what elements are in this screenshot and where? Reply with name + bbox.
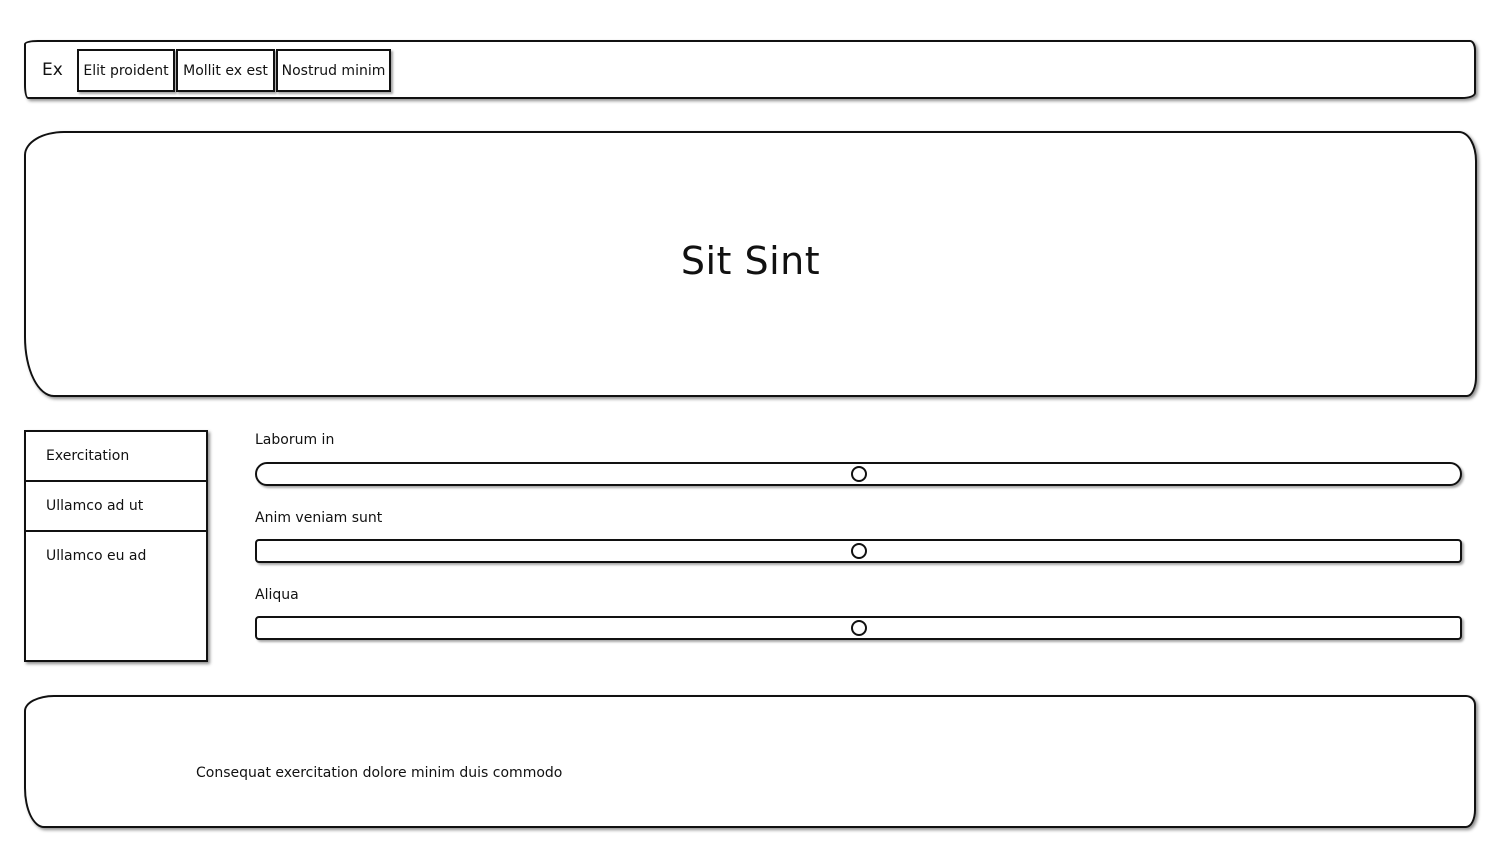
slider-label-laborum-in: Laborum in xyxy=(255,432,335,448)
menu-item-exercitation[interactable]: Exercitation xyxy=(26,432,206,482)
slider-label-aliqua: Aliqua xyxy=(255,587,299,603)
slider-laborum-in[interactable] xyxy=(255,462,1462,486)
hero-panel: Sit Sint xyxy=(24,131,1477,397)
nav-button-elit-proident[interactable]: Elit proident xyxy=(77,49,175,92)
nav-button-mollit-ex-est[interactable]: Mollit ex est xyxy=(176,49,275,92)
slider-thumb[interactable] xyxy=(850,543,867,559)
slider-thumb[interactable] xyxy=(850,466,867,482)
brand-label: Ex xyxy=(42,60,63,80)
hero-title: Sit Sint xyxy=(680,239,821,283)
footer-panel: Consequat exercitation dolore minim duis… xyxy=(24,695,1476,828)
footer-text: Consequat exercitation dolore minim duis… xyxy=(196,765,563,781)
top-navbar: Ex Elit proident Mollit ex est Nostrud m… xyxy=(24,40,1476,99)
slider-thumb[interactable] xyxy=(850,620,867,636)
nav-button-nostrud-minim[interactable]: Nostrud minim xyxy=(276,49,391,92)
slider-anim-veniam-sunt[interactable] xyxy=(255,539,1462,563)
menu-item-ullamco-ad-ut[interactable]: Ullamco ad ut xyxy=(26,482,206,532)
menu-item-ullamco-eu-ad[interactable]: Ullamco eu ad xyxy=(26,532,206,582)
slider-aliqua[interactable] xyxy=(255,616,1462,640)
slider-label-anim-veniam-sunt: Anim veniam sunt xyxy=(255,510,383,526)
side-menu: Exercitation Ullamco ad ut Ullamco eu ad xyxy=(24,430,208,662)
